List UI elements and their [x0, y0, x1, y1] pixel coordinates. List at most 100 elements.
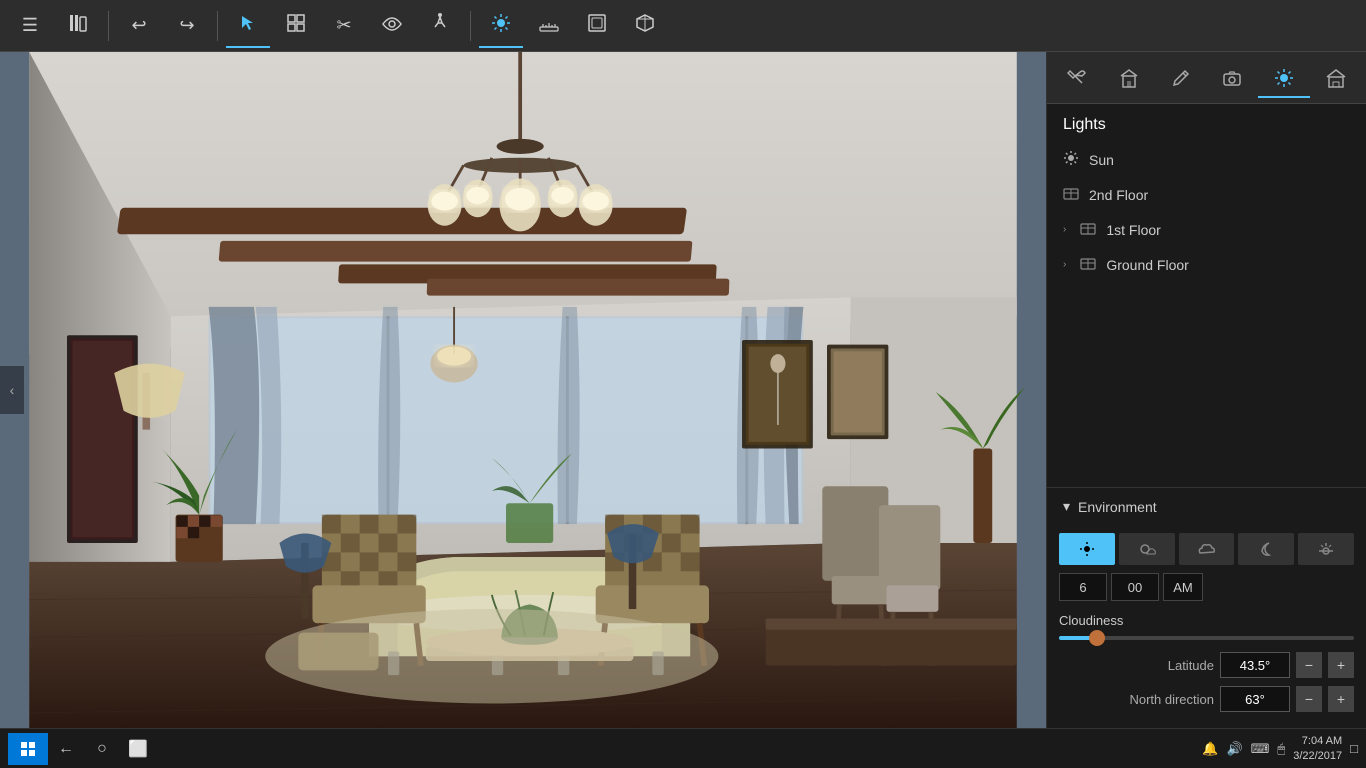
select-button[interactable]	[226, 4, 270, 48]
latitude-decrease-btn[interactable]: −	[1296, 652, 1322, 678]
north-increase-btn[interactable]: +	[1328, 686, 1354, 712]
sun-icon	[491, 13, 511, 38]
notification-icon[interactable]: 🔔	[1202, 741, 1218, 757]
time-ampm: AM	[1163, 573, 1203, 601]
dawn-btn[interactable]	[1298, 533, 1354, 565]
notifications-icon[interactable]: □	[1350, 741, 1358, 756]
right-panel-icons	[1047, 52, 1366, 104]
circle-icon: ○	[97, 740, 107, 758]
undo-button[interactable]: ↩	[117, 4, 161, 48]
group-button[interactable]	[274, 4, 318, 48]
north-direction-input[interactable]	[1220, 686, 1290, 712]
keyboard-icon[interactable]: 🖱	[1277, 741, 1285, 757]
weather-buttons	[1059, 533, 1354, 565]
lighting-tab[interactable]	[1258, 56, 1310, 100]
light-item-1st-floor[interactable]: › 1st Floor	[1047, 212, 1366, 247]
time-minute: 00	[1111, 573, 1159, 601]
cube-icon	[635, 13, 655, 38]
night-btn[interactable]	[1238, 533, 1294, 565]
menu-button[interactable]: ☰	[8, 4, 52, 48]
redo-button[interactable]: ↪	[165, 4, 209, 48]
sun-light-icon	[1063, 150, 1079, 169]
language-icon[interactable]: ⌨	[1251, 741, 1270, 757]
library-button[interactable]	[56, 4, 100, 48]
north-decrease-btn[interactable]: −	[1296, 686, 1322, 712]
library-icon	[68, 13, 88, 38]
walk-icon	[432, 13, 448, 38]
cloudiness-slider[interactable]	[1059, 636, 1354, 640]
lighting-button[interactable]	[479, 4, 523, 48]
ground-floor-label: Ground Floor	[1106, 257, 1188, 273]
lights-list: Sun 2nd Floor ›	[1047, 142, 1366, 487]
cloudiness-label: Cloudiness	[1059, 613, 1354, 628]
walk-button[interactable]	[418, 4, 462, 48]
taskbar-back-btn[interactable]: ←	[48, 733, 84, 765]
back-icon: ←	[58, 740, 74, 758]
scissors-button[interactable]: ✂	[322, 4, 366, 48]
building-tab[interactable]	[1103, 56, 1155, 100]
north-direction-label: North direction	[1059, 692, 1214, 707]
environment-header[interactable]: ▾ Environment	[1047, 488, 1366, 525]
sun-light-label: Sun	[1089, 152, 1114, 168]
floor-light-icon-g	[1080, 255, 1096, 274]
right-panel: Lights Sun	[1046, 52, 1366, 728]
taskbar: ← ○ ⬜ 🔔 🔊 ⌨ 🖱 7:04 AM 3/22/2017 □	[0, 728, 1366, 768]
latitude-row: Latitude − +	[1059, 652, 1354, 678]
main-area: ‹	[0, 52, 1366, 728]
camera-tab[interactable]	[1206, 56, 1258, 100]
edit-tab[interactable]	[1155, 56, 1207, 100]
taskbar-circle-btn[interactable]: ○	[84, 733, 120, 765]
menu-icon: ☰	[22, 15, 38, 36]
separator-1	[108, 11, 109, 41]
environment-label: Environment	[1078, 499, 1157, 515]
taskbar-square-btn[interactable]: ⬜	[120, 733, 156, 765]
light-item-2nd-floor[interactable]: 2nd Floor	[1047, 177, 1366, 212]
floor-light-icon-1	[1080, 220, 1096, 239]
taskbar-time: 7:04 AM 3/22/2017	[1293, 734, 1342, 763]
group-icon	[287, 14, 305, 37]
time-display: 6 00 AM	[1059, 573, 1354, 601]
eye-icon	[382, 15, 402, 36]
measure-icon	[539, 13, 559, 38]
cloudiness-section: Cloudiness	[1059, 613, 1354, 640]
eye-button[interactable]	[370, 4, 414, 48]
cube-button[interactable]	[623, 4, 667, 48]
date-display-taskbar: 3/22/2017	[1293, 749, 1342, 763]
start-button[interactable]	[8, 733, 48, 765]
north-direction-row: North direction − +	[1059, 686, 1354, 712]
lights-header: Lights	[1047, 104, 1366, 142]
measure-button[interactable]	[527, 4, 571, 48]
environment-collapse-icon: ▾	[1063, 498, 1070, 515]
time-display-taskbar: 7:04 AM	[1293, 734, 1342, 748]
tools-tab[interactable]	[1051, 56, 1103, 100]
frame-button[interactable]	[575, 4, 619, 48]
scissors-icon: ✂	[336, 15, 351, 36]
time-hour: 6	[1059, 573, 1107, 601]
volume-icon[interactable]: 🔊	[1226, 741, 1242, 757]
viewport[interactable]: ‹	[0, 52, 1046, 728]
cloudy-btn[interactable]	[1179, 533, 1235, 565]
square-icon: ⬜	[128, 739, 148, 759]
latitude-input[interactable]	[1220, 652, 1290, 678]
floor-light-icon-2	[1063, 185, 1079, 204]
2nd-floor-label: 2nd Floor	[1089, 187, 1148, 203]
ground-floor-chevron: ›	[1063, 259, 1066, 270]
latitude-increase-btn[interactable]: +	[1328, 652, 1354, 678]
viewport-arrow-left[interactable]: ‹	[0, 366, 24, 414]
separator-2	[217, 11, 218, 41]
frame-icon	[588, 14, 606, 37]
partly-cloudy-btn[interactable]	[1119, 533, 1175, 565]
environment-section: ▾ Environment	[1047, 487, 1366, 728]
cloudiness-thumb[interactable]	[1089, 630, 1105, 646]
light-item-ground-floor[interactable]: › Ground Floor	[1047, 247, 1366, 282]
1st-floor-chevron: ›	[1063, 224, 1066, 235]
clear-weather-btn[interactable]	[1059, 533, 1115, 565]
light-item-sun[interactable]: Sun	[1047, 142, 1366, 177]
taskbar-right: 🔔 🔊 ⌨ 🖱 7:04 AM 3/22/2017 □	[1202, 734, 1358, 763]
room-scene	[0, 52, 1046, 728]
select-icon	[239, 14, 257, 37]
redo-icon: ↪	[179, 15, 194, 36]
environment-controls: 6 00 AM Cloudiness Latitude −	[1047, 525, 1366, 728]
home-tab[interactable]	[1310, 56, 1362, 100]
latitude-label: Latitude	[1059, 658, 1214, 673]
